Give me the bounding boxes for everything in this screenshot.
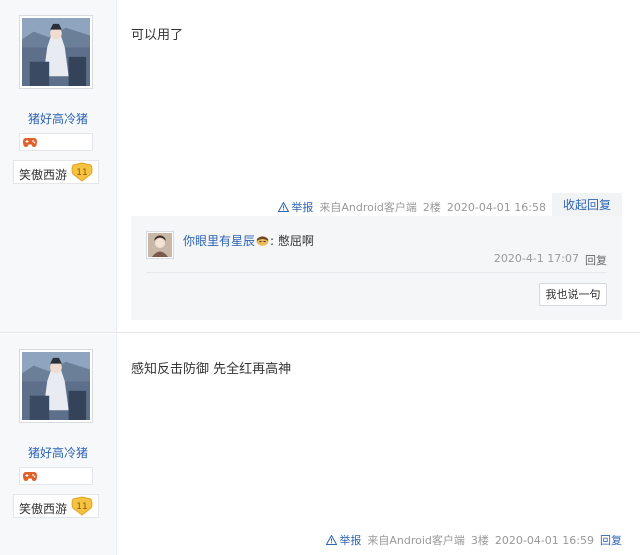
divider	[146, 272, 607, 273]
level-shield-icon: 11	[71, 162, 93, 182]
warning-icon	[326, 535, 338, 545]
level-shield-icon: 11	[71, 496, 93, 516]
sub-reply-username[interactable]: 你眼里有星辰	[183, 232, 255, 249]
level-number: 11	[76, 168, 87, 178]
sub-reply-meta: 2020-4-1 17:07 回复	[494, 252, 607, 268]
gamepad-icon	[23, 138, 37, 147]
post-floor-2: 猪好高冷猪 笑傲西游 11 可以用了 举报 来自Android客户端 2楼 20…	[0, 0, 640, 333]
sub-reply-time: 2020-4-1 17:07	[493, 252, 579, 265]
badge-box	[19, 467, 93, 485]
avatar-image	[22, 352, 90, 420]
face-icon	[256, 236, 269, 246]
report-link[interactable]: 举报	[326, 532, 361, 548]
collapse-reply-button[interactable]: 收起回复	[552, 193, 622, 218]
author-username[interactable]: 猪好高冷猪	[0, 110, 116, 127]
reply-button[interactable]: 回复	[600, 532, 622, 548]
gamepad-icon	[23, 472, 37, 481]
report-link[interactable]: 举报	[278, 199, 313, 215]
say-something-button[interactable]: 我也说一句	[539, 283, 607, 306]
avatar[interactable]	[19, 15, 93, 89]
report-label: 举报	[339, 534, 362, 547]
post-time: 2020-04-01 16:59	[494, 533, 594, 547]
sub-avatar-image	[148, 233, 172, 257]
post-content: 感知反击防御 先全红再高神	[131, 362, 292, 377]
report-label: 举报	[291, 201, 314, 214]
badge-box	[19, 133, 93, 151]
avatar-image	[22, 18, 90, 86]
sub-reply-avatar[interactable]	[146, 231, 174, 259]
sub-reply-box: 你眼里有星辰 : 憋屈啊 2020-4-1 17:07 回复 我也说一句	[131, 216, 622, 320]
author-sidebar: 猪好高冷猪 笑傲西游 11	[0, 0, 117, 332]
level-number: 11	[76, 502, 87, 512]
post-floor-3: 猪好高冷猪 笑傲西游 11 感知反击防御 先全红再高神 举报 来自Android…	[0, 334, 640, 555]
author-username[interactable]: 猪好高冷猪	[0, 444, 116, 461]
level-name: 笑傲西游	[19, 168, 68, 182]
level-badge[interactable]: 笑傲西游 11	[13, 160, 99, 184]
avatar[interactable]	[19, 349, 93, 423]
post-floor: 3楼	[470, 534, 489, 547]
level-name: 笑傲西游	[19, 502, 68, 516]
post-content: 可以用了	[131, 28, 184, 43]
post-time: 2020-04-01 16:58	[446, 200, 546, 214]
sub-reply-link[interactable]: 回复	[585, 252, 607, 268]
sub-reply-line: 你眼里有星辰 : 憋屈啊	[183, 232, 314, 249]
sub-reply-text: : 憋屈啊	[270, 234, 314, 248]
author-sidebar: 猪好高冷猪 笑傲西游 11	[0, 334, 117, 555]
post-tail: 举报 来自Android客户端 2楼 2020-04-01 16:58	[278, 199, 546, 215]
post-source: 来自Android客户端	[319, 201, 417, 214]
post-source: 来自Android客户端	[367, 534, 465, 547]
post-floor: 2楼	[422, 201, 441, 214]
post-tail: 举报 来自Android客户端 3楼 2020-04-01 16:59 回复	[326, 532, 622, 548]
level-badge[interactable]: 笑傲西游 11	[13, 494, 99, 518]
warning-icon	[278, 202, 290, 212]
